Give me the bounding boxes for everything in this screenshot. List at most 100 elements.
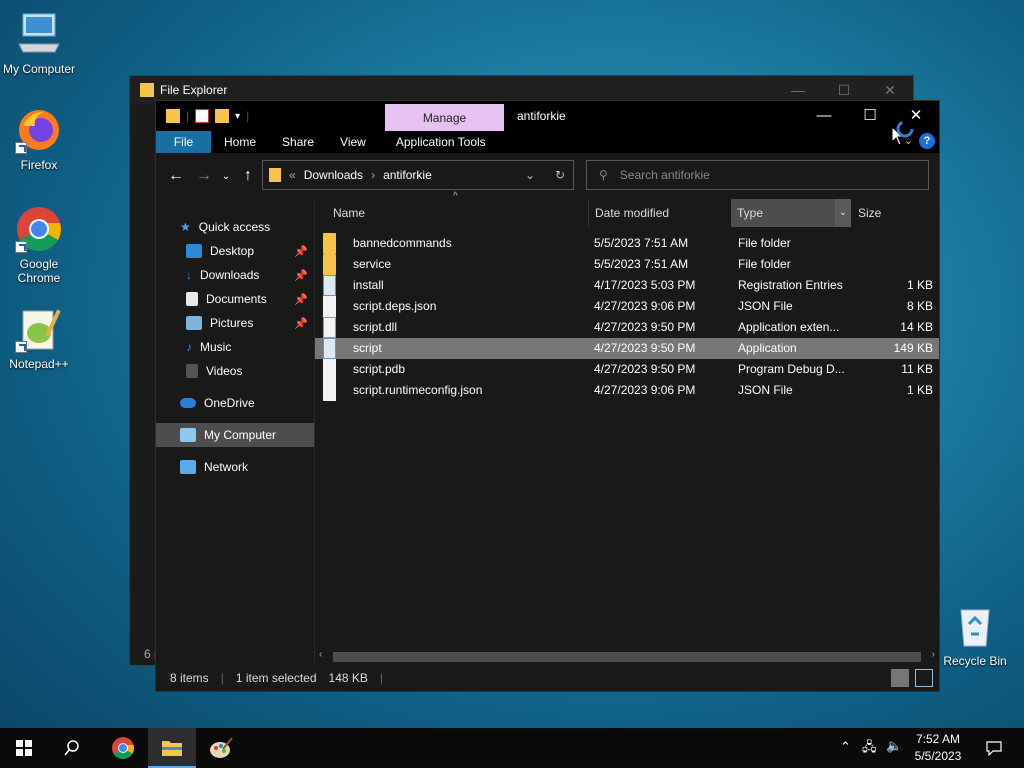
sidebar-item-my-computer[interactable]: My Computer: [156, 423, 314, 447]
desktop-icon-chrome[interactable]: Google Chrome: [0, 205, 78, 285]
pin-icon: 📌: [294, 317, 308, 330]
pin-icon: 📌: [294, 245, 308, 258]
sidebar-item-quick-access[interactable]: ★ Quick access: [156, 215, 314, 239]
folder-icon: [323, 233, 336, 254]
maximize-button[interactable]: ☐: [821, 82, 867, 99]
show-hidden-icons-icon[interactable]: ⌃: [840, 739, 851, 755]
folder-icon: [269, 168, 281, 182]
scroll-right-icon[interactable]: ›: [932, 649, 935, 660]
taskbar: ⌃ 🖧 🔈 7:52 AM 5/5/2023: [0, 728, 1024, 768]
column-header-date[interactable]: Date modified: [588, 199, 728, 227]
back-arrow-icon[interactable]: ←: [162, 167, 190, 185]
details-view-icon[interactable]: [891, 669, 909, 687]
file-row[interactable]: script.runtimeconfig.json 4/27/2023 9:06…: [315, 380, 939, 401]
file-row[interactable]: script.pdb 4/27/2023 9:50 PM Program Deb…: [315, 359, 939, 380]
titlebar[interactable]: | ▾ | Manage antiforkie — ☐ ✕: [156, 101, 939, 132]
file-type: JSON File: [738, 383, 793, 397]
file-row[interactable]: bannedcommands 5/5/2023 7:51 AM File fol…: [315, 233, 939, 254]
column-header-type[interactable]: Type: [731, 199, 835, 227]
file-row[interactable]: script.dll 4/27/2023 9:50 PM Application…: [315, 317, 939, 338]
refresh-icon[interactable]: ↻: [555, 168, 565, 182]
ribbon-tabs: File Home Share View Application Tools ⌄…: [156, 131, 939, 153]
tab-file[interactable]: File: [156, 131, 211, 153]
quick-access-toolbar: | ▾ |: [156, 109, 249, 123]
taskbar-file-explorer[interactable]: [148, 728, 196, 768]
sidebar-item-onedrive[interactable]: OneDrive: [156, 391, 314, 415]
column-header-name[interactable]: Name: [327, 199, 587, 227]
tab-home[interactable]: Home: [211, 131, 269, 153]
address-bar[interactable]: « Downloads › antiforkie ⌄ ↻: [262, 160, 574, 190]
cloud-icon: [180, 398, 196, 408]
desktop-icon: [186, 244, 202, 258]
breadcrumb-separator-icon: ›: [371, 168, 376, 182]
maximize-button[interactable]: ☐: [847, 101, 893, 131]
sidebar-item-videos[interactable]: Videos: [156, 359, 314, 383]
address-dropdown-icon[interactable]: ⌄: [525, 168, 535, 182]
sidebar-item-pictures[interactable]: Pictures 📌: [156, 311, 314, 335]
window-title: antiforkie: [517, 109, 566, 123]
tab-share[interactable]: Share: [269, 131, 327, 153]
desktop-icon-my-computer[interactable]: My Computer: [0, 10, 78, 76]
new-folder-icon[interactable]: [215, 109, 230, 123]
sidebar-item-documents[interactable]: Documents 📌: [156, 287, 314, 311]
forward-arrow-icon[interactable]: →: [190, 167, 218, 185]
file-row[interactable]: service 5/5/2023 7:51 AM File folder: [315, 254, 939, 275]
large-icons-view-icon[interactable]: [915, 669, 933, 687]
volume-icon[interactable]: 🔈: [886, 738, 902, 754]
application-icon: [323, 338, 336, 359]
close-button[interactable]: ✕: [867, 82, 913, 99]
sidebar-item-network[interactable]: Network: [156, 455, 314, 479]
file-row[interactable]: install 4/17/2023 5:03 PM Registration E…: [315, 275, 939, 296]
desktop-icon-notepadpp[interactable]: Notepad++: [0, 305, 78, 371]
selection-count: 1 item selected: [235, 671, 317, 685]
start-button[interactable]: [0, 728, 48, 768]
sidebar-item-music[interactable]: ♪ Music: [156, 335, 314, 359]
file-name: script.runtimeconfig.json: [353, 383, 483, 397]
sidebar-item-desktop[interactable]: Desktop 📌: [156, 239, 314, 263]
background-window-title: File Explorer: [160, 83, 228, 97]
minimize-button[interactable]: —: [775, 82, 821, 99]
file-row[interactable]: script.deps.json 4/27/2023 9:06 PM JSON …: [315, 296, 939, 317]
up-arrow-icon[interactable]: ↑: [234, 167, 262, 185]
file-name: script: [353, 341, 382, 355]
tab-application-tools[interactable]: Application Tools: [382, 131, 499, 153]
notifications-button[interactable]: [970, 728, 1018, 768]
horizontal-scrollbar[interactable]: ‹ ›: [315, 649, 939, 665]
system-clock[interactable]: 7:52 AM 5/5/2023: [908, 731, 968, 765]
documents-icon: [186, 292, 198, 306]
properties-icon[interactable]: [195, 109, 210, 123]
tab-view[interactable]: View: [327, 131, 379, 153]
sidebar-item-label: Downloads: [200, 268, 260, 282]
sidebar-item-downloads[interactable]: ↓ Downloads 📌: [156, 263, 314, 287]
breadcrumb-antiforkie[interactable]: antiforkie: [383, 168, 432, 182]
search-button[interactable]: [48, 728, 96, 768]
desktop-icon-firefox[interactable]: Firefox: [0, 106, 78, 172]
file-name: service: [353, 257, 392, 271]
sidebar-item-label: Network: [204, 460, 249, 474]
file-explorer-window[interactable]: | ▾ | Manage antiforkie — ☐ ✕ File Home …: [155, 100, 940, 692]
help-icon[interactable]: ?: [919, 133, 935, 149]
type-filter-chevron-icon[interactable]: ⌄: [835, 199, 851, 227]
customize-qat-icon[interactable]: ▾: [235, 111, 240, 122]
column-header-size[interactable]: Size: [852, 199, 932, 227]
desktop-icon-label: Notepad++: [9, 357, 69, 371]
busy-spinner-icon: [896, 120, 914, 138]
file-date: 5/5/2023 7:51 AM: [594, 257, 689, 271]
breadcrumb-overflow[interactable]: «: [289, 168, 296, 182]
clock-date: 5/5/2023: [914, 749, 962, 763]
folder-icon: [166, 109, 180, 123]
breadcrumb-downloads[interactable]: Downloads: [304, 168, 363, 182]
taskbar-paint[interactable]: [197, 728, 245, 768]
taskbar-chrome[interactable]: [99, 728, 147, 768]
network-status-icon[interactable]: 🖧: [862, 738, 877, 760]
file-name: script.dll: [353, 320, 398, 334]
file-list[interactable]: ^ Name Date modified Type ⌄ Size bannedc…: [314, 191, 939, 665]
tab-manage[interactable]: Manage: [385, 104, 504, 132]
search-box[interactable]: ⚲ Search antiforkie: [586, 160, 929, 190]
scroll-left-icon[interactable]: ‹: [319, 649, 322, 660]
minimize-button[interactable]: —: [801, 101, 847, 131]
desktop-icon-recycle-bin[interactable]: Recycle Bin: [936, 602, 1014, 668]
file-row-selected[interactable]: script 4/27/2023 9:50 PM Application 149…: [315, 338, 939, 359]
scrollbar-thumb[interactable]: [333, 652, 921, 662]
recent-locations-icon[interactable]: ⌄: [218, 171, 234, 182]
